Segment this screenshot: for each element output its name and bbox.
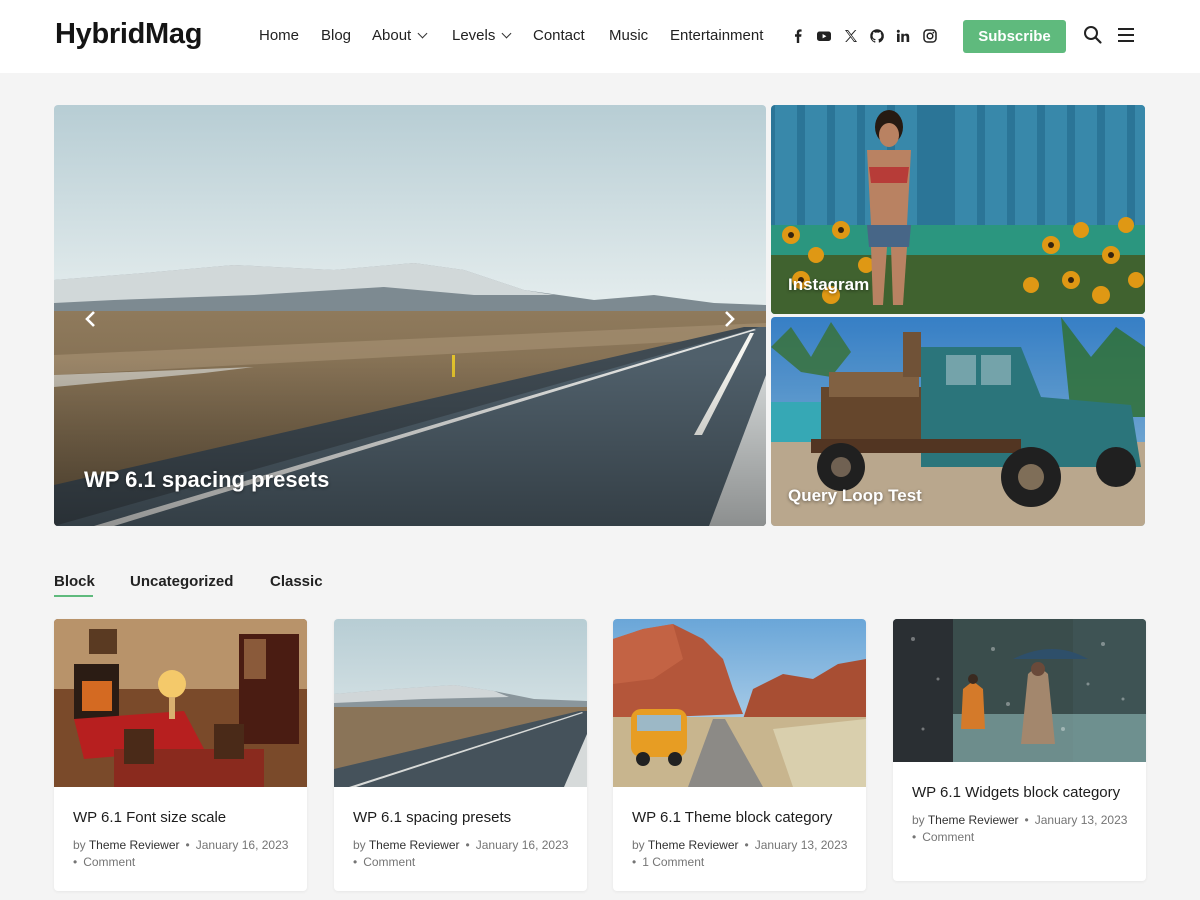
post-meta-by: by <box>632 838 645 852</box>
post-date[interactable]: January 13, 2023 <box>755 838 848 852</box>
nav-item-levels-label: Levels <box>452 27 496 44</box>
active-tab-indicator <box>54 595 93 597</box>
post-comments-link[interactable]: Comment <box>83 855 135 869</box>
youtube-icon[interactable] <box>816 28 832 44</box>
post-meta: by Theme Reviewer • January 16, 2023 • Comm… <box>73 837 289 871</box>
meta-separator: • <box>1024 813 1029 827</box>
nav-item-blog[interactable]: Blog <box>321 26 351 46</box>
meta-separator: • <box>73 855 78 869</box>
subscribe-button[interactable]: Subscribe <box>963 20 1066 53</box>
post-meta: by Theme Reviewer • January 16, 2023 • Comm… <box>353 837 569 871</box>
post-card[interactable]: WP 6.1 Theme block category by Theme Rev… <box>613 619 866 891</box>
tab-block[interactable]: Block <box>54 573 95 590</box>
tab-classic[interactable]: Classic <box>270 573 323 590</box>
hero-slider[interactable]: WP 6.1 spacing presets <box>54 105 766 526</box>
nav-item-entertainment[interactable]: Entertainment <box>670 26 763 46</box>
meta-separator: • <box>632 855 637 869</box>
post-title[interactable]: WP 6.1 Font size scale <box>73 807 289 828</box>
post-thumbnail-rainy-street[interactable] <box>893 619 1146 762</box>
instagram-icon[interactable] <box>922 28 938 44</box>
nav-item-about[interactable]: About <box>372 26 428 46</box>
hero-side-post-query-loop[interactable]: Query Loop Test <box>771 317 1145 526</box>
facebook-icon[interactable] <box>790 28 806 44</box>
hero-main-title[interactable]: WP 6.1 spacing presets <box>84 467 329 493</box>
post-card[interactable]: WP 6.1 Widgets block category by Theme R… <box>893 619 1146 881</box>
meta-separator: • <box>912 830 917 844</box>
hero-side-post-instagram[interactable]: Instagram <box>771 105 1145 314</box>
meta-separator: • <box>185 838 190 852</box>
post-card[interactable]: WP 6.1 Font size scale by Theme Reviewer… <box>54 619 307 891</box>
hero-side-title-query-loop[interactable]: Query Loop Test <box>788 486 922 506</box>
post-title[interactable]: WP 6.1 Widgets block category <box>912 782 1128 803</box>
post-author[interactable]: Theme Reviewer <box>369 838 460 852</box>
post-card-body: WP 6.1 spacing presets by Theme Reviewer… <box>334 787 587 891</box>
post-thumbnail-living-room[interactable] <box>54 619 307 787</box>
chevron-right-icon[interactable] <box>719 309 739 329</box>
post-meta: by Theme Reviewer • January 13, 2023 • 1 Co… <box>632 837 848 871</box>
menu-icon[interactable] <box>1115 24 1137 46</box>
post-author[interactable]: Theme Reviewer <box>89 838 180 852</box>
post-comments-link[interactable]: Comment <box>363 855 415 869</box>
x-icon[interactable] <box>843 28 859 44</box>
meta-separator: • <box>744 838 749 852</box>
hero-side-title-instagram[interactable]: Instagram <box>788 275 869 295</box>
post-title[interactable]: WP 6.1 spacing presets <box>353 807 569 828</box>
meta-separator: • <box>353 855 358 869</box>
post-meta-by: by <box>912 813 925 827</box>
post-comments-link[interactable]: 1 Comment <box>642 855 704 869</box>
post-meta-by: by <box>73 838 86 852</box>
hero-road-image <box>54 105 766 526</box>
post-card-body: WP 6.1 Font size scale by Theme Reviewer… <box>54 787 307 891</box>
meta-separator: • <box>465 838 470 852</box>
nav-item-contact[interactable]: Contact <box>533 26 585 46</box>
post-comments-link[interactable]: Comment <box>922 830 974 844</box>
post-meta-by: by <box>353 838 366 852</box>
post-card[interactable]: WP 6.1 spacing presets by Theme Reviewer… <box>334 619 587 891</box>
post-author[interactable]: Theme Reviewer <box>928 813 1019 827</box>
tab-uncategorized[interactable]: Uncategorized <box>130 573 233 590</box>
post-date[interactable]: January 13, 2023 <box>1035 813 1128 827</box>
nav-item-home[interactable]: Home <box>259 26 299 46</box>
post-author[interactable]: Theme Reviewer <box>648 838 739 852</box>
post-card-body: WP 6.1 Widgets block category by Theme R… <box>893 762 1146 866</box>
nav-item-about-label: About <box>372 27 412 44</box>
nav-item-levels[interactable]: Levels <box>452 26 512 46</box>
github-icon[interactable] <box>869 28 885 44</box>
post-title[interactable]: WP 6.1 Theme block category <box>632 807 848 828</box>
post-date[interactable]: January 16, 2023 <box>476 838 569 852</box>
post-meta: by Theme Reviewer • January 13, 2023 • Comm… <box>912 812 1128 846</box>
post-thumbnail-desert-van[interactable] <box>613 619 866 787</box>
nav-item-music[interactable]: Music <box>609 26 648 46</box>
site-header: HybridMag Home Blog About Levels Contact… <box>0 0 1200 73</box>
post-date[interactable]: January 16, 2023 <box>196 838 289 852</box>
post-card-body: WP 6.1 Theme block category by Theme Rev… <box>613 787 866 891</box>
chevron-down-icon <box>501 28 512 39</box>
post-thumbnail-road[interactable] <box>334 619 587 787</box>
chevron-left-icon[interactable] <box>81 309 101 329</box>
site-logo[interactable]: HybridMag <box>55 18 202 51</box>
search-icon[interactable] <box>1082 24 1104 46</box>
chevron-down-icon <box>417 28 428 39</box>
linkedin-icon[interactable] <box>895 28 911 44</box>
